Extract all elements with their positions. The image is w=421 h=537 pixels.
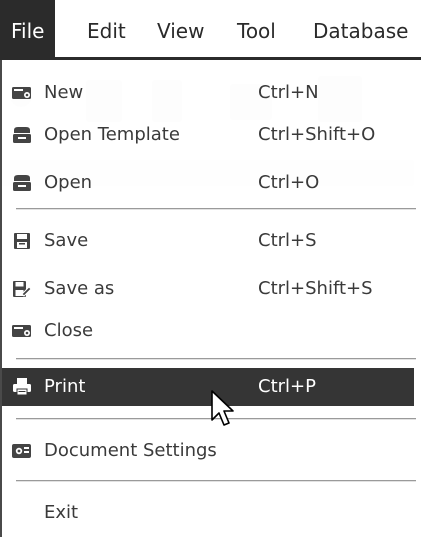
menu-database[interactable]: Database [302, 0, 419, 57]
menu-tool[interactable]: Tool [226, 0, 287, 57]
printer-icon [12, 378, 32, 396]
menu-item-save[interactable]: Save Ctrl+S [2, 222, 414, 260]
menu-item-exit[interactable]: Exit [2, 494, 414, 532]
menu-separator [16, 358, 416, 360]
menu-file[interactable]: File [0, 0, 56, 57]
open-template-icon [12, 126, 32, 144]
file-menu-dropdown: New Ctrl+N Open Template Ctrl+Shift+O Op… [0, 60, 416, 537]
menu-item-shortcut: Ctrl+S [258, 230, 317, 251]
menu-item-save-as[interactable]: Save as Ctrl+Shift+S [2, 270, 414, 308]
menu-item-label: Exit [44, 502, 79, 523]
close-document-icon [12, 322, 32, 340]
menu-item-label: Save [44, 230, 89, 251]
menu-item-open-template[interactable]: Open Template Ctrl+Shift+O [2, 116, 414, 154]
open-folder-icon [12, 174, 32, 192]
document-settings-icon [12, 442, 32, 460]
menu-separator [16, 208, 416, 210]
menu-bar: File Edit View Tool Database [0, 0, 421, 60]
menu-item-shortcut: Ctrl+N [258, 82, 319, 103]
menu-item-shortcut: Ctrl+Shift+S [258, 278, 373, 299]
save-icon [12, 232, 32, 250]
menu-separator [16, 480, 416, 482]
menu-view[interactable]: View [146, 0, 215, 57]
menu-item-label: Document Settings [44, 440, 217, 461]
menu-item-open[interactable]: Open Ctrl+O [2, 164, 414, 202]
menu-item-label: Open Template [44, 124, 180, 145]
menu-item-document-settings[interactable]: Document Settings [2, 432, 414, 470]
menu-edit[interactable]: Edit [76, 0, 137, 57]
menu-item-print[interactable]: Print Ctrl+P [2, 368, 414, 406]
menu-item-close[interactable]: Close [2, 312, 414, 350]
menu-item-label: Save as [44, 278, 115, 299]
menu-item-label: New [44, 82, 84, 103]
menu-item-shortcut: Ctrl+P [258, 376, 316, 397]
new-document-icon [12, 84, 32, 102]
menu-item-label: Open [44, 172, 93, 193]
menu-item-shortcut: Ctrl+Shift+O [258, 124, 376, 145]
menu-item-new[interactable]: New Ctrl+N [2, 74, 414, 112]
mouse-cursor-icon [210, 390, 236, 430]
save-as-icon [12, 280, 32, 298]
menu-item-label: Print [44, 376, 86, 397]
menu-item-label: Close [44, 320, 94, 341]
menu-item-shortcut: Ctrl+O [258, 172, 320, 193]
